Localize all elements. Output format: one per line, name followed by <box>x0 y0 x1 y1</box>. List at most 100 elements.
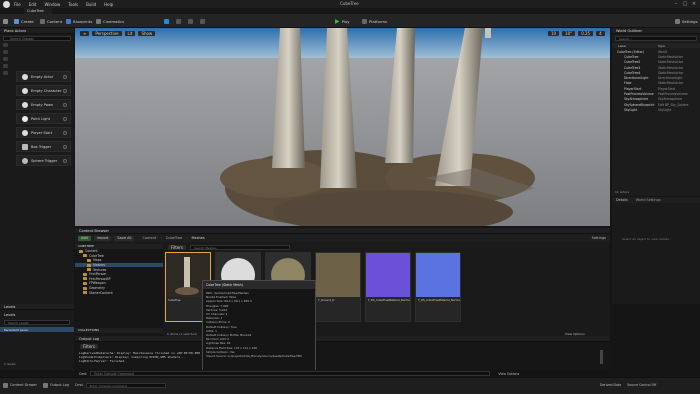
place-item-sphere-trigger[interactable]: Sphere Trigger <box>16 155 71 166</box>
viewport-options-icon[interactable]: ≡ <box>80 30 90 36</box>
place-item-empty-actor[interactable]: Empty Actor <box>16 71 71 82</box>
info-icon[interactable] <box>63 130 67 135</box>
menu-help[interactable]: Help <box>104 2 113 7</box>
breadcrumb-content[interactable]: Content <box>142 236 156 240</box>
outliner-row[interactable]: SkySphereBlueprint Edit BP_Sky_Sphere <box>612 102 700 107</box>
class-search-input[interactable]: Search Classes <box>3 36 71 41</box>
lights-category-icon[interactable] <box>3 57 8 61</box>
menu-edit[interactable]: Edit <box>29 2 37 7</box>
content-browser-panel: Content Browser Add Import Save All Cont… <box>75 228 610 340</box>
derived-data-button[interactable]: Derived Data <box>600 383 621 387</box>
levels-dropdown[interactable]: Levels <box>4 313 15 317</box>
log-filters-button[interactable]: Filters <box>80 344 98 349</box>
snap-toggle-icon[interactable] <box>200 17 207 25</box>
maximize-icon[interactable]: □ <box>681 0 689 8</box>
translate-tool-icon[interactable] <box>164 17 171 25</box>
output-log-toolbar: Filters <box>77 344 98 349</box>
place-actors-title: Place Actors <box>0 28 74 34</box>
level-name: Persistent Level <box>4 327 28 332</box>
label-column-header[interactable]: Label <box>612 44 658 48</box>
blueprints-button[interactable]: Blueprints <box>66 17 92 25</box>
output-log-button[interactable]: Output Log <box>50 383 69 387</box>
log-scrollbar[interactable] <box>600 350 603 364</box>
cinematics-button[interactable]: Cinematics <box>96 17 124 25</box>
outliner-header: Label Type <box>612 43 700 48</box>
levels-search-input[interactable]: Search Levels <box>4 320 70 325</box>
scale-snap-value[interactable]: 0.25 <box>578 30 594 36</box>
info-icon[interactable] <box>63 158 67 163</box>
place-item-player-start[interactable]: Player Start <box>16 127 71 138</box>
info-icon[interactable] <box>63 116 67 121</box>
gear-icon <box>675 18 680 24</box>
info-icon[interactable] <box>63 88 67 93</box>
log-view-options-button[interactable]: View Options <box>498 372 519 376</box>
info-icon[interactable] <box>63 102 67 107</box>
content-settings-button[interactable]: Settings <box>592 236 606 240</box>
normal-map-thumbnail <box>416 253 460 297</box>
save-button[interactable] <box>3 17 10 25</box>
camera-speed-value[interactable]: 4 <box>596 30 605 36</box>
unreal-logo-icon[interactable] <box>3 0 10 8</box>
place-item-box-trigger[interactable]: Box Trigger <box>16 141 71 152</box>
point-light-icon <box>22 116 28 122</box>
close-icon[interactable]: × <box>690 0 698 8</box>
content-button[interactable]: Content <box>40 17 62 25</box>
info-icon[interactable] <box>63 74 67 79</box>
save-all-button[interactable]: Save All <box>114 235 135 241</box>
settings-button[interactable]: Settings <box>675 17 698 25</box>
scale-tool-icon[interactable] <box>188 17 195 25</box>
outliner-search-input[interactable]: Search... <box>615 36 697 41</box>
breadcrumb-meshes[interactable]: Meshes <box>192 236 205 240</box>
menu-file[interactable]: File <box>14 2 21 7</box>
menu-bar: File Edit Window Tools Build Help CubeTr… <box>0 0 700 8</box>
grid-snap-value[interactable]: 10 <box>548 30 560 36</box>
play-button[interactable]: ▶ Play <box>335 17 350 25</box>
platforms-button[interactable]: Platforms <box>362 17 387 25</box>
asset-tile[interactable]: T_DS_CubeTreeMaterial_Normal_2 <box>415 252 461 322</box>
details-tab[interactable]: Details <box>612 198 632 202</box>
outliner-row-label: CubeTree3 <box>624 65 641 70</box>
outliner-row[interactable]: SkyLight SkyLight <box>612 107 700 112</box>
asset-filter-bar: Filters Search Meshes <box>165 244 610 250</box>
info-icon[interactable] <box>63 144 67 149</box>
tree-item-label: CubeTree <box>89 253 104 258</box>
menu-tools[interactable]: Tools <box>68 2 78 7</box>
level-viewport[interactable]: ≡ Perspective Lit Show 10 10° 0.25 4 <box>75 28 610 226</box>
asset-tile[interactable]: T_Ground_D <box>315 252 361 322</box>
menu-window[interactable]: Window <box>44 2 60 7</box>
rotation-snap-value[interactable]: 10° <box>562 30 576 36</box>
place-item-empty-pawn[interactable]: Empty Pawn <box>16 99 71 110</box>
asset-search-input[interactable]: Search Meshes <box>190 244 290 250</box>
add-button[interactable]: Add <box>78 235 91 241</box>
place-item-point-light[interactable]: Point Light <box>16 113 71 124</box>
level-row-selected[interactable]: Persistent Level <box>0 327 74 332</box>
cmd-dropdown[interactable]: Cmd <box>75 372 90 376</box>
perspective-button[interactable]: Perspective <box>92 30 122 36</box>
world-settings-tab[interactable]: World Settings <box>632 198 665 202</box>
tree-item[interactable]: StarterContent <box>75 290 163 295</box>
asset-tile[interactable]: T_DS_CubeTreeMaterial_Normal <box>365 252 411 322</box>
status-cmd-dropdown[interactable]: Cmd <box>75 383 83 387</box>
source-control-button[interactable]: Source Control Off <box>627 383 656 387</box>
content-drawer-button[interactable]: Content Drawer <box>10 383 37 387</box>
tree-item-label: StarterContent <box>89 290 113 295</box>
recent-category-icon[interactable] <box>3 43 8 47</box>
show-button[interactable]: Show <box>138 30 156 36</box>
console-input[interactable]: Enter Console Command <box>90 371 491 376</box>
menu-build[interactable]: Build <box>86 2 96 7</box>
minimize-icon[interactable]: – <box>672 0 680 8</box>
import-button[interactable]: Import <box>93 235 112 241</box>
filters-button[interactable]: Filters <box>168 244 186 250</box>
collections-header[interactable]: COLLECTIONS <box>75 328 163 333</box>
visual-category-icon[interactable] <box>3 71 8 75</box>
lit-button[interactable]: Lit <box>124 30 136 36</box>
outliner-row[interactable]: PostProcessVolume PostProcessVolume <box>612 91 700 96</box>
place-item-empty-character[interactable]: Empty Character <box>16 85 71 96</box>
breadcrumb-cubetree[interactable]: CubeTree <box>166 236 182 240</box>
status-console-input[interactable]: Enter Console Command <box>85 382 166 388</box>
type-column-header[interactable]: Type <box>658 44 665 48</box>
mode-button[interactable]: Create <box>14 17 34 25</box>
basic-category-icon[interactable] <box>3 50 8 54</box>
shapes-category-icon[interactable] <box>3 64 8 68</box>
rotate-tool-icon[interactable] <box>176 17 183 25</box>
